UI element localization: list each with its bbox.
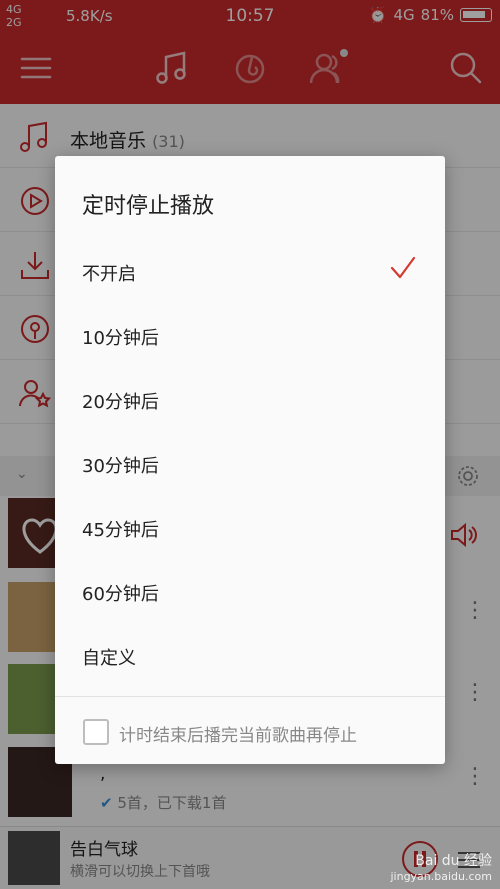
timer-option-30min[interactable]: 30分钟后: [55, 430, 445, 494]
finish-song-label: 计时结束后播完当前歌曲再停止: [119, 726, 357, 746]
timer-option-45min[interactable]: 45分钟后: [55, 494, 445, 558]
timer-option-custom[interactable]: 自定义: [55, 622, 445, 686]
checkmark-icon: [390, 256, 416, 279]
timer-option-off[interactable]: 不开启: [55, 238, 445, 302]
option-label: 10分钟后: [82, 328, 159, 349]
timer-option-60min[interactable]: 60分钟后: [55, 558, 445, 622]
option-label: 60分钟后: [82, 584, 159, 605]
option-label: 20分钟后: [82, 392, 159, 413]
dialog-divider: [55, 696, 445, 697]
watermark-brand: Bai du 经验: [415, 853, 492, 869]
timer-option-10min[interactable]: 10分钟后: [55, 302, 445, 366]
option-label: 不开启: [82, 264, 136, 285]
dialog-title: 定时停止播放: [82, 194, 215, 219]
sleep-timer-dialog: 定时停止播放 不开启 10分钟后 20分钟后 30分钟后 45分钟后 60分钟后…: [55, 156, 445, 764]
option-label: 30分钟后: [82, 456, 159, 477]
watermark: Bai du 经验 jingyan.baidu.com: [390, 853, 492, 885]
timer-option-20min[interactable]: 20分钟后: [55, 366, 445, 430]
option-label: 自定义: [82, 648, 136, 669]
watermark-site: jingyan.baidu.com: [390, 870, 492, 883]
finish-song-checkbox[interactable]: [83, 719, 109, 745]
option-label: 45分钟后: [82, 520, 159, 541]
